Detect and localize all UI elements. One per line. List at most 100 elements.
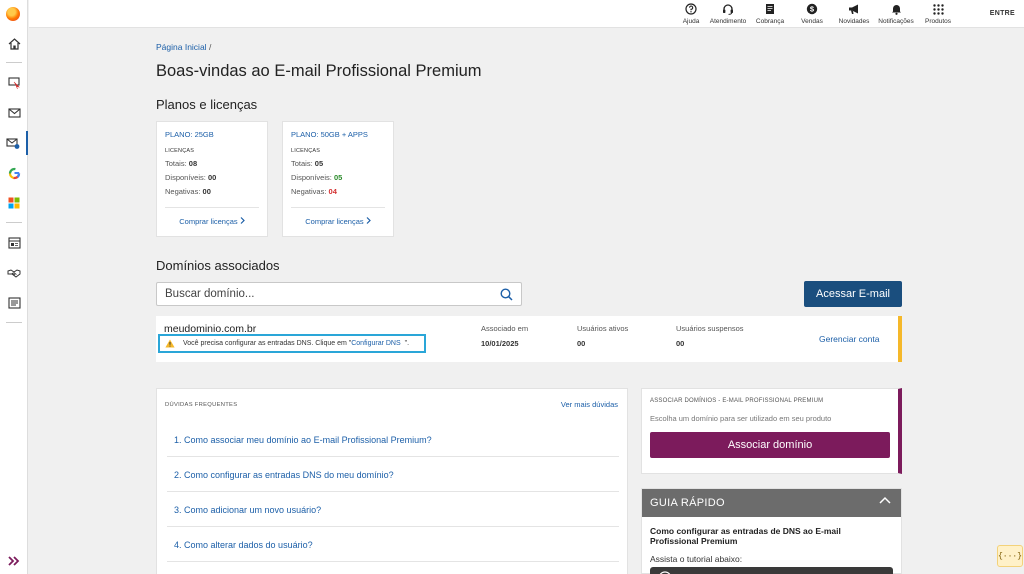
licenses-negative-value: 00	[202, 187, 211, 196]
manage-account-link[interactable]: Gerenciar conta	[819, 334, 879, 344]
associate-domain-subtitle: Escolha um domínio para ser utilizado em…	[650, 414, 832, 423]
sidebar-item-home[interactable]	[0, 32, 28, 56]
active-users-label: Usuários ativos	[577, 324, 629, 333]
sidebar-item-site-builder[interactable]	[0, 231, 28, 255]
licenses-available: Disponíveis: 05	[291, 173, 343, 182]
top-nav-products[interactable]: Produtos	[918, 2, 958, 25]
configure-dns-link[interactable]: Configurar DNS	[351, 340, 400, 347]
help-icon	[685, 3, 697, 15]
sidebar-expand-button[interactable]	[0, 552, 28, 570]
sidebar-item-microsoft[interactable]	[0, 191, 28, 215]
active-users-value: 00	[577, 339, 586, 348]
brand-logo[interactable]	[6, 7, 20, 21]
headset-icon	[723, 4, 733, 15]
domain-search-box	[156, 282, 522, 306]
website-builder-icon	[7, 237, 21, 249]
sidebar-separator	[6, 222, 22, 223]
sidebar-separator	[6, 62, 22, 63]
plan-name: PLANO: 25GB	[165, 130, 214, 139]
licenses-label: LICENÇAS	[165, 148, 195, 154]
left-sidebar	[0, 0, 28, 574]
chevron-up-icon[interactable]	[879, 496, 891, 504]
sidebar-item-billing[interactable]	[0, 291, 28, 315]
top-nav-label: Novidades	[838, 18, 870, 25]
sidebar-item-email[interactable]	[0, 101, 28, 125]
devtools-badge[interactable]: {···}	[997, 545, 1023, 567]
licenses-available-value: 05	[333, 173, 343, 182]
suspended-users-value: 00	[676, 339, 685, 348]
tutorial-video-player[interactable]	[650, 567, 893, 574]
plan-card: PLANO: 25GB LICENÇAS Totais: 08 Disponív…	[156, 121, 268, 237]
plan-divider	[165, 207, 259, 208]
sidebar-item-professional-email[interactable]	[0, 131, 28, 155]
document-icon	[766, 4, 774, 14]
quick-guide-title: GUIA RÁPIDO	[650, 497, 725, 509]
see-more-faq-link[interactable]: Ver mais dúvidas	[561, 400, 618, 409]
top-nav-sales[interactable]: $ Vendas	[792, 2, 832, 25]
plan-card: PLANO: 50GB + APPS LICENÇAS Totais: 05 D…	[282, 121, 394, 237]
top-nav-help[interactable]: Ajuda	[676, 2, 706, 25]
access-email-button[interactable]: Acessar E-mail	[804, 281, 902, 307]
associate-domain-card: ASSOCIAR DOMÍNIOS - E-MAIL PROFISSIONAL …	[641, 388, 902, 474]
faq-item[interactable]: 4. Como alterar dados do usuário?	[167, 528, 619, 562]
breadcrumb-separator: /	[208, 42, 212, 52]
page-title: Boas-vindas ao E-mail Profissional Premi…	[156, 62, 482, 80]
licenses-total-value: 08	[188, 159, 198, 168]
megaphone-icon	[849, 4, 858, 14]
licenses-total: Totais: 05	[291, 159, 324, 168]
monitor-cursor-icon	[7, 77, 20, 89]
chevron-right-icon	[366, 217, 371, 224]
login-button[interactable]: ENTRE	[990, 10, 1015, 17]
top-nav-support[interactable]: Atendimento	[708, 2, 748, 25]
home-icon	[8, 38, 20, 50]
domain-search-input[interactable]	[157, 283, 487, 305]
licenses-available: Disponíveis: 00	[165, 173, 217, 182]
plan-name: PLANO: 50GB + APPS	[291, 130, 368, 139]
sidebar-item-google[interactable]	[0, 161, 28, 185]
plans-section-title: Planos e licenças	[156, 97, 258, 112]
faq-item[interactable]: 2. Como configurar as entradas DNS do me…	[167, 458, 619, 492]
associated-date-label: Associado em	[481, 324, 529, 333]
top-nav-label: Atendimento	[709, 18, 747, 25]
buy-licenses-link[interactable]: Comprar licenças	[283, 217, 393, 226]
bell-icon	[891, 5, 901, 15]
suspended-users-label: Usuários suspensos	[676, 324, 744, 333]
top-nav-label: Vendas	[801, 18, 823, 25]
faq-item[interactable]: 1. Como associar meu domínio ao E-mail P…	[167, 423, 619, 457]
licenses-available-value: 00	[207, 173, 217, 182]
plan-divider	[291, 207, 385, 208]
top-nav-billing[interactable]: Cobrança	[750, 2, 790, 25]
google-icon	[8, 167, 20, 179]
associate-domain-button[interactable]: Associar domínio	[650, 432, 890, 458]
quick-guide-header[interactable]: GUIA RÁPIDO	[642, 489, 901, 517]
associate-domain-title: ASSOCIAR DOMÍNIOS - E-MAIL PROFISSIONAL …	[650, 398, 824, 404]
breadcrumb: Página Inicial /	[156, 42, 211, 52]
quick-guide-text: Assista o tutorial abaixo:	[650, 554, 743, 564]
quick-guide-panel: GUIA RÁPIDO Como configurar as entradas …	[641, 488, 902, 574]
breadcrumb-home-link[interactable]: Página Inicial	[156, 42, 207, 52]
associated-date-value: 10/01/2025	[481, 339, 519, 348]
envelope-icon	[7, 108, 21, 118]
top-nav-label: Notificações	[878, 18, 914, 25]
domains-section-title: Domínios associados	[156, 258, 280, 273]
faq-item[interactable]: 3. Como adicionar um novo usuário?	[167, 493, 619, 527]
dollar-bag-icon: $	[806, 3, 818, 15]
professional-email-icon	[6, 137, 20, 149]
faq-title: DÚVIDAS FREQUENTES	[165, 402, 238, 408]
play-circle-icon	[659, 571, 671, 574]
sidebar-item-hosting[interactable]	[0, 71, 28, 95]
domain-row: meudominio.com.br Você precisa configura…	[156, 316, 902, 362]
warning-icon	[165, 339, 175, 348]
top-nav-notifications[interactable]: Notificações	[876, 2, 916, 25]
sidebar-item-partners[interactable]	[0, 261, 28, 285]
double-chevron-right-icon	[8, 556, 20, 566]
chevron-right-icon	[240, 217, 245, 224]
grid-icon	[932, 3, 944, 15]
top-navigation: Ajuda Atendimento Cobrança $ Vendas Novi…	[674, 2, 958, 25]
handshake-icon	[7, 269, 21, 278]
dns-warning-text: Você precisa configurar as entradas DNS.…	[183, 340, 410, 347]
search-icon[interactable]	[500, 288, 513, 301]
sidebar-separator	[6, 322, 22, 323]
buy-licenses-link[interactable]: Comprar licenças	[157, 217, 267, 226]
top-nav-news[interactable]: Novidades	[834, 2, 874, 25]
